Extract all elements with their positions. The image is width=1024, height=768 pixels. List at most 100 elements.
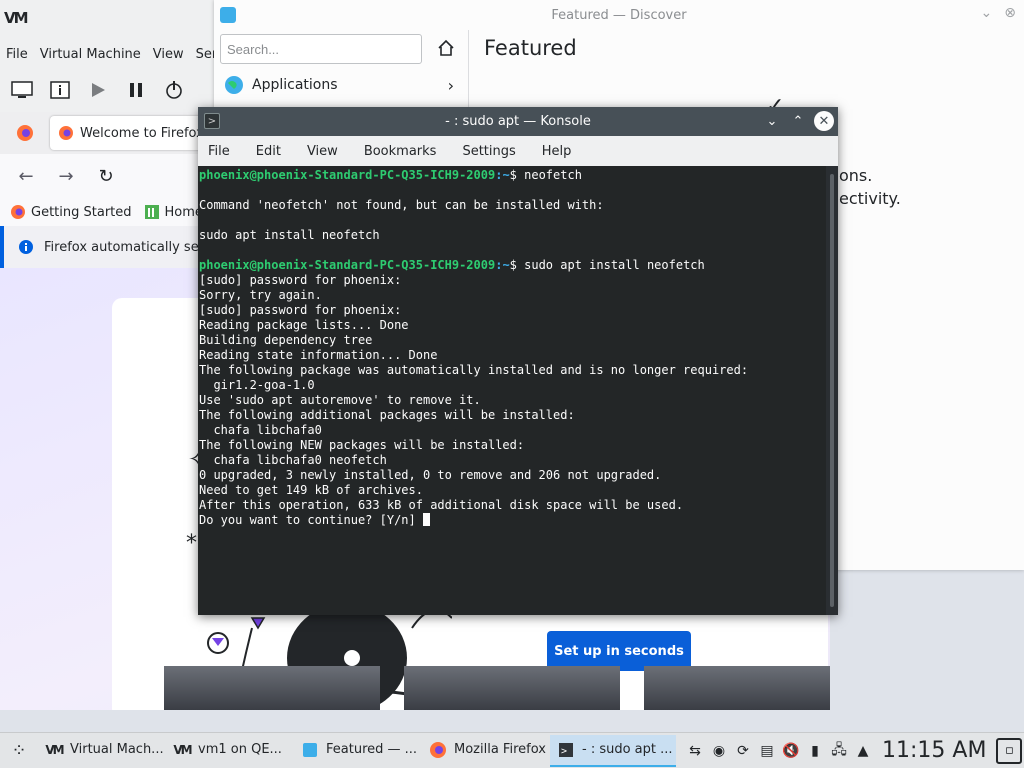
forward-icon[interactable]: → xyxy=(54,164,78,188)
close-icon[interactable]: ⊗ xyxy=(1004,5,1016,21)
terminal-line: The following additional packages will b… xyxy=(199,408,826,423)
pause-icon[interactable] xyxy=(124,78,148,102)
discover-icon xyxy=(300,740,320,760)
menu-edit[interactable]: Edit xyxy=(256,144,281,159)
menu-bookmarks[interactable]: Bookmarks xyxy=(364,144,437,159)
tab-welcome[interactable]: Welcome to Firefox xyxy=(50,116,220,150)
ubuntu-home-icon xyxy=(144,205,159,219)
kde-connect-icon[interactable]: ⇆ xyxy=(686,742,704,760)
taskbar-task[interactable]: > - : sudo apt ... xyxy=(550,734,676,767)
show-desktop-icon[interactable]: ▫ xyxy=(996,737,1023,764)
bookmark-home[interactable]: Home xyxy=(144,204,203,220)
expand-tray-icon[interactable]: ▲ xyxy=(854,742,872,760)
output-text: chafa libchafa0 xyxy=(199,423,322,437)
discover-titlebar: Featured — Discover ⌄ ⊗ xyxy=(214,0,1024,30)
bookmark-getting-started[interactable]: Getting Started xyxy=(10,204,132,220)
output-text: [sudo] password for phoenix: xyxy=(199,303,402,317)
update-icon[interactable]: ⟳ xyxy=(734,742,752,760)
task-label: Virtual Mach... xyxy=(70,742,164,757)
taskbar: ⁘ VM Virtual Mach... VM vm1 on QE... Feature… xyxy=(0,732,1024,768)
menu-settings[interactable]: Settings xyxy=(462,144,515,159)
clipboard-icon[interactable]: ▤ xyxy=(758,742,776,760)
usb-device-icon[interactable]: ▮ xyxy=(806,742,824,760)
maximize-icon[interactable]: ⌃ xyxy=(788,111,808,131)
back-icon[interactable]: ← xyxy=(14,164,38,188)
output-text: gir1.2-goa-1.0 xyxy=(199,378,315,392)
reload-icon[interactable]: ↻ xyxy=(94,164,118,188)
photo-thumbnail xyxy=(164,666,380,710)
scrollbar-thumb[interactable] xyxy=(830,174,834,607)
prompt-path: :~ xyxy=(495,168,510,182)
output-text: [sudo] password for phoenix: xyxy=(199,273,402,287)
terminal-line: The following package was automatically … xyxy=(199,363,826,378)
firefox-icon xyxy=(11,205,25,219)
accessibility-icon[interactable]: ◉ xyxy=(710,742,728,760)
menu-view[interactable]: View xyxy=(307,144,338,159)
task-label: - : sudo apt ... xyxy=(582,742,673,757)
task-label: Featured — ... xyxy=(326,742,418,757)
menu-help[interactable]: Help xyxy=(542,144,572,159)
terminal-line: gir1.2-goa-1.0 xyxy=(199,378,826,393)
prompt-path: :~ xyxy=(495,258,510,272)
terminal-line: The following NEW packages will be insta… xyxy=(199,438,826,453)
terminal-line: phoenix@phoenix-Standard-PC-Q35-ICH9-200… xyxy=(199,168,826,183)
terminal-line: Building dependency tree xyxy=(199,333,826,348)
chevron-right-icon: › xyxy=(447,75,454,95)
minimize-icon[interactable]: ⌄ xyxy=(762,111,782,131)
terminal-scrollbar[interactable] xyxy=(826,166,838,615)
output-text: Sorry, try again. xyxy=(199,288,322,302)
prompt-user: phoenix@phoenix-Standard-PC-Q35-ICH9-200… xyxy=(199,168,496,182)
menu-file[interactable]: File xyxy=(6,47,28,62)
terminal-line: Do you want to continue? [Y/n] xyxy=(199,513,826,528)
close-icon[interactable]: ✕ xyxy=(814,111,834,131)
minimize-icon[interactable]: ⌄ xyxy=(981,5,993,21)
konsole-icon: > xyxy=(556,740,576,760)
app-launcher-icon[interactable]: ⁘ xyxy=(0,733,38,768)
task-label: vm1 on QE... xyxy=(198,742,282,757)
setup-button[interactable]: Set up in seconds xyxy=(547,631,691,671)
clock[interactable]: 11:15 AM xyxy=(882,738,986,763)
menu-file[interactable]: File xyxy=(208,144,230,159)
taskbar-task[interactable]: Mozilla Firefox xyxy=(422,735,548,767)
output-text: The following additional packages will b… xyxy=(199,408,575,422)
notification-text: Firefox automatically sen xyxy=(44,239,207,255)
task-list: VM Virtual Mach... VM vm1 on QE... Featured … xyxy=(38,734,678,767)
terminal-line: [sudo] password for phoenix: xyxy=(199,273,826,288)
firefox-view-icon[interactable] xyxy=(8,118,42,148)
search-input[interactable] xyxy=(220,34,422,64)
menu-view[interactable]: View xyxy=(153,47,184,62)
power-icon[interactable] xyxy=(162,78,186,102)
terminal-line: Sorry, try again. xyxy=(199,288,826,303)
info-icon xyxy=(19,240,33,254)
play-icon[interactable] xyxy=(86,78,110,102)
svg-text:*: * xyxy=(186,531,197,556)
output-text: Command 'neofetch' not found, but can be… xyxy=(199,198,604,212)
volume-muted-icon[interactable]: 🔇 xyxy=(782,742,800,760)
taskbar-task[interactable]: VM Virtual Mach... xyxy=(38,735,164,767)
page-title: Featured xyxy=(484,36,577,60)
sidebar-item-label: Applications xyxy=(252,77,338,93)
photo-strip xyxy=(164,666,830,710)
featured-text: ectivity. xyxy=(839,189,901,208)
terminal-line: chafa libchafa0 xyxy=(199,423,826,438)
command-text: $ sudo apt install neofetch xyxy=(509,258,705,272)
photo-thumbnail xyxy=(644,666,830,710)
details-icon[interactable] xyxy=(48,78,72,102)
prompt-user: phoenix@phoenix-Standard-PC-Q35-ICH9-200… xyxy=(199,258,496,272)
command-text: $ neofetch xyxy=(509,168,582,182)
menu-virtual-machine[interactable]: Virtual Machine xyxy=(40,47,141,62)
output-text: Reading package lists... Done xyxy=(199,318,409,332)
terminal-line: After this operation, 633 kB of addition… xyxy=(199,498,826,513)
taskbar-task[interactable]: Featured — ... xyxy=(294,735,420,767)
terminal-output[interactable]: phoenix@phoenix-Standard-PC-Q35-ICH9-200… xyxy=(198,166,826,615)
home-icon[interactable] xyxy=(434,36,458,60)
terminal-line: Use 'sudo apt autoremove' to remove it. xyxy=(199,393,826,408)
network-icon[interactable]: 🖧 xyxy=(830,742,848,760)
virt-manager-menubar: File Virtual Machine View Send xyxy=(0,36,230,72)
monitor-icon[interactable] xyxy=(10,78,34,102)
sidebar-item-applications[interactable]: Applications › xyxy=(220,70,464,100)
taskbar-task[interactable]: VM vm1 on QE... xyxy=(166,735,292,767)
output-text: chafa libchafa0 neofetch xyxy=(199,453,387,467)
